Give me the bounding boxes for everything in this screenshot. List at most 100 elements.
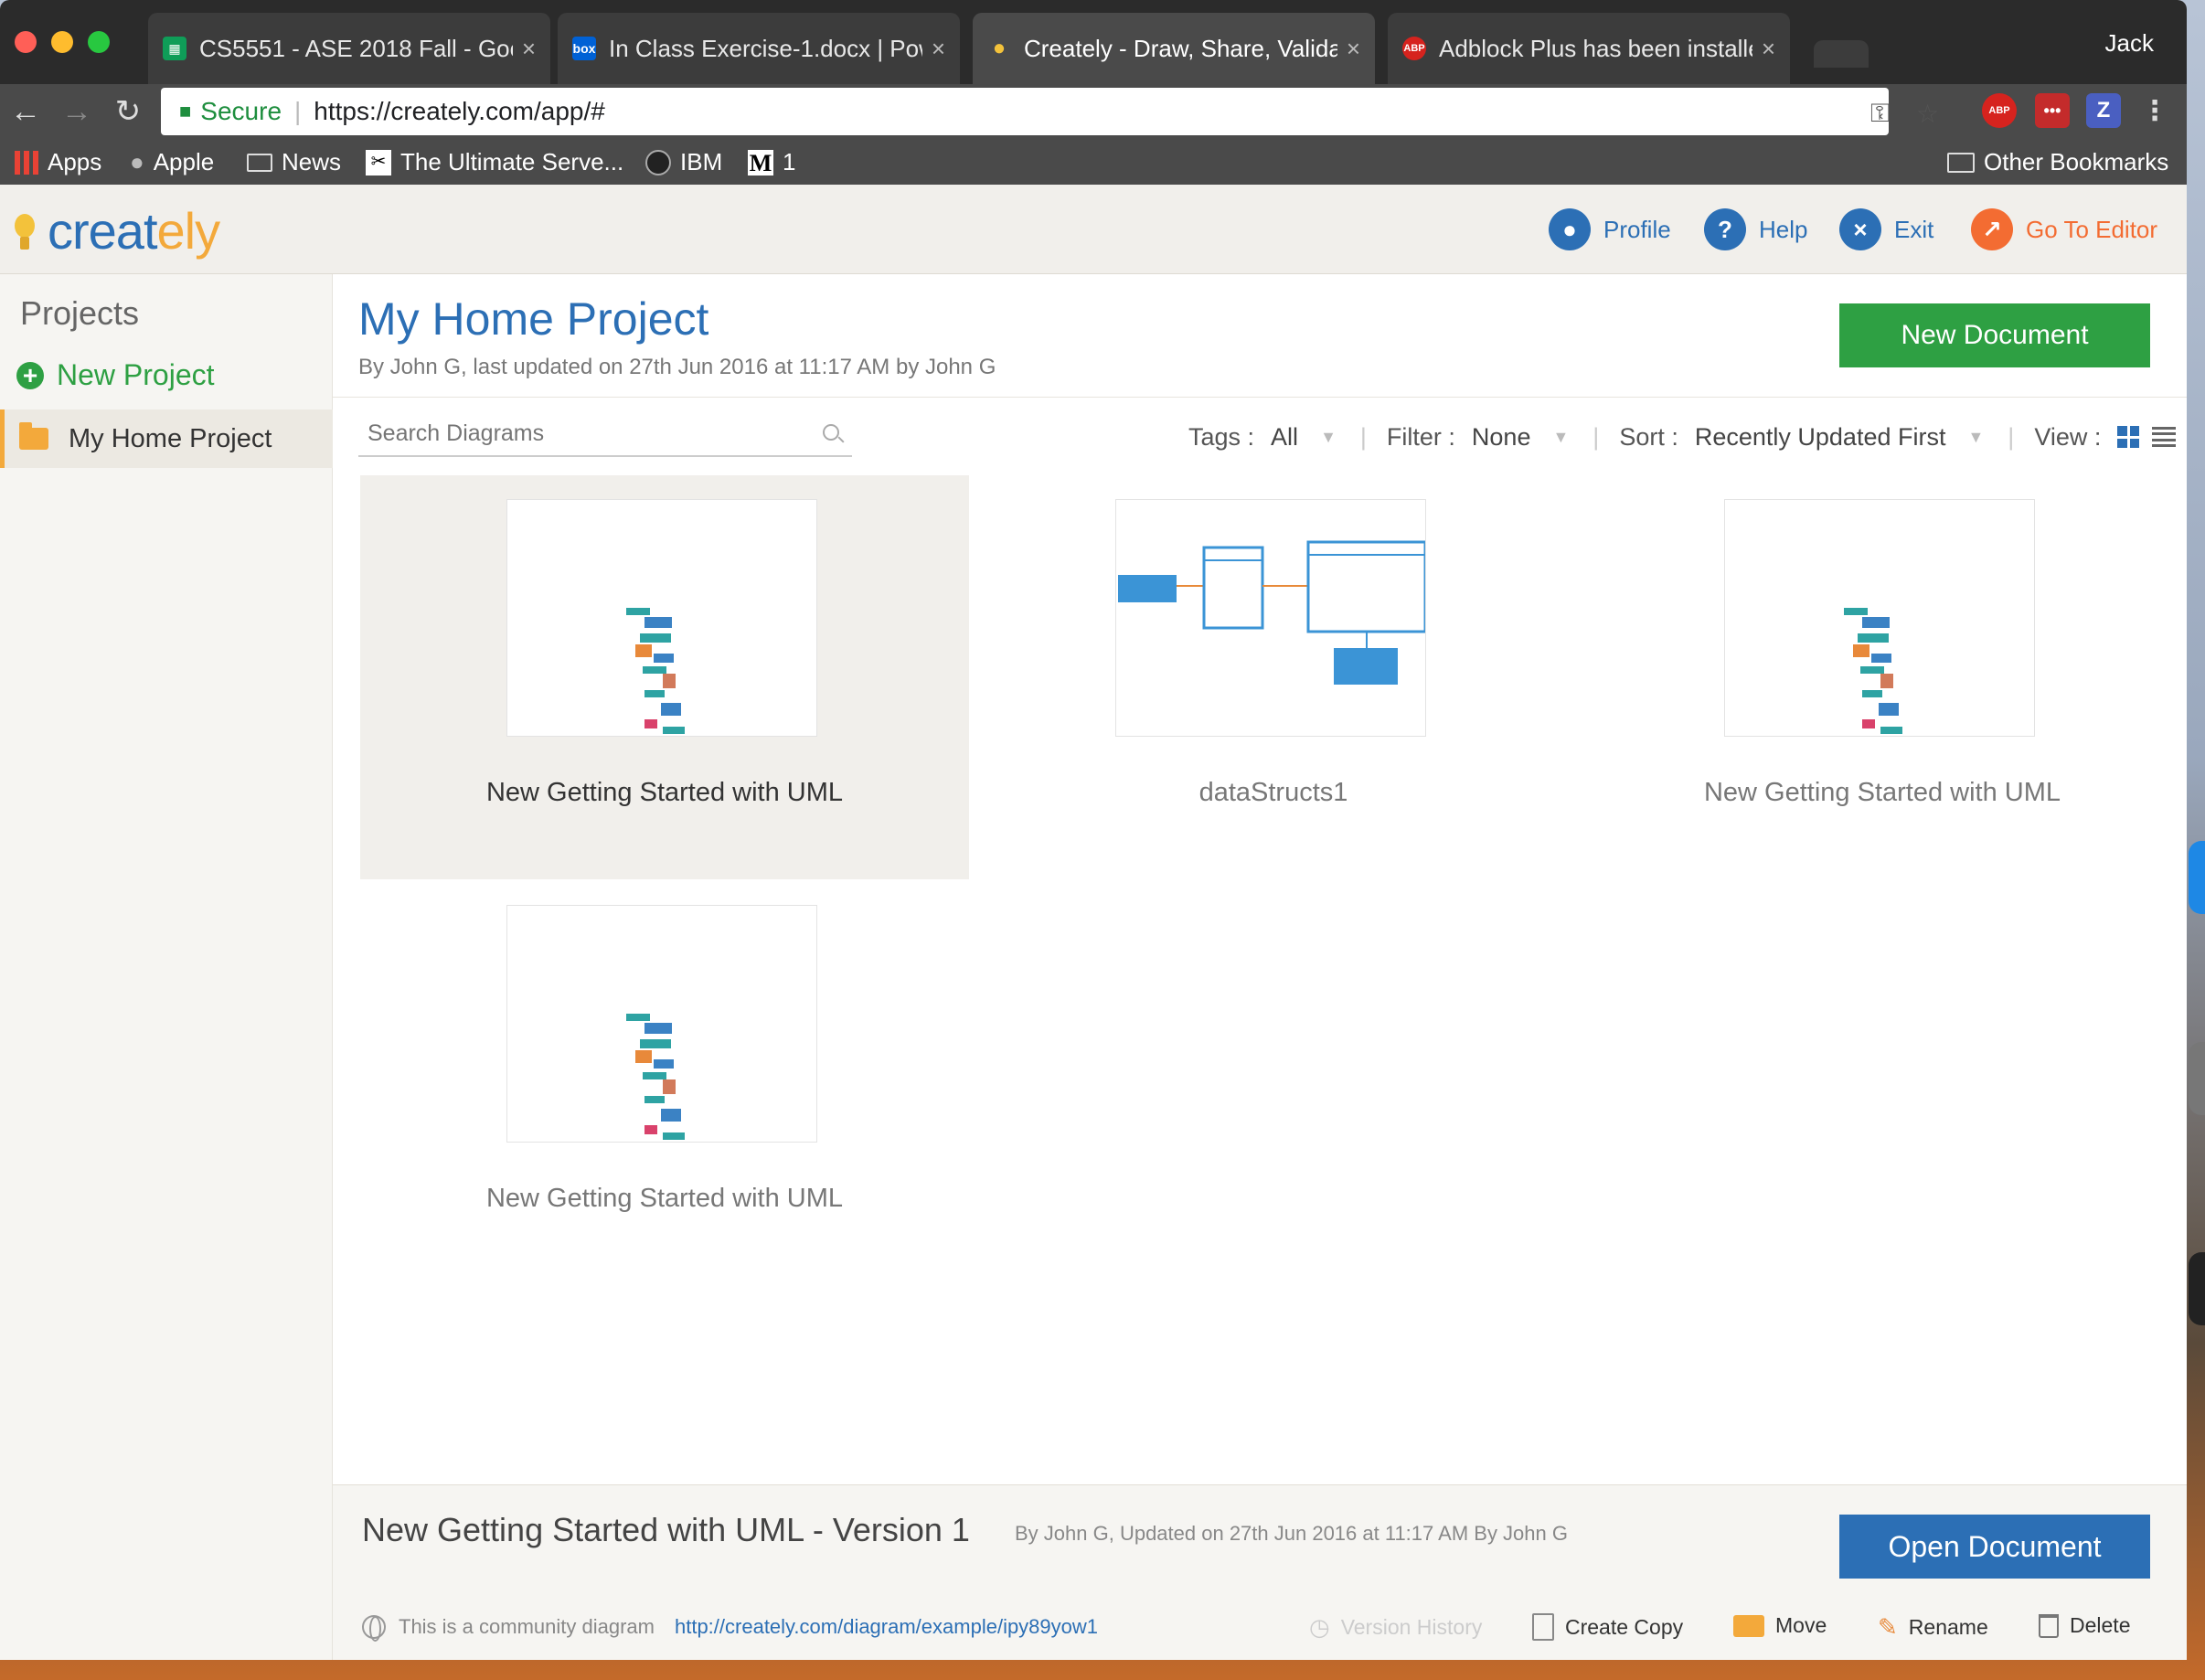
bookmark-news[interactable]: News — [247, 148, 341, 176]
profile-label: Profile — [1603, 215, 1671, 243]
bookmark-label: The Ultimate Serve... — [400, 148, 624, 175]
go-to-editor-button[interactable]: ↗ Go To Editor — [1971, 208, 2157, 250]
adblock-extension-icon[interactable]: ABP — [1982, 93, 2017, 128]
chevron-down-icon[interactable]: ▼ — [1552, 428, 1569, 447]
document-card[interactable]: New Getting Started with UML — [1578, 475, 2187, 879]
maximize-window-button[interactable] — [88, 31, 110, 53]
dock-app-icon[interactable] — [2189, 1252, 2205, 1325]
close-icon[interactable]: × — [932, 35, 945, 63]
pencil-icon: ✎ — [1878, 1613, 1898, 1641]
sort-dropdown[interactable]: Recently Updated First — [1695, 423, 1946, 452]
medium-icon: M — [748, 149, 773, 176]
profile-button[interactable]: ● Profile — [1549, 208, 1671, 250]
delete-button[interactable]: Delete — [2039, 1613, 2130, 1638]
grid-view-icon[interactable] — [2117, 426, 2140, 448]
document-name: dataStructs1 — [1198, 778, 1348, 807]
close-window-button[interactable] — [15, 31, 37, 53]
document-card[interactable]: New Getting Started with UML — [360, 881, 969, 1285]
rename-button[interactable]: ✎ Rename — [1878, 1613, 1988, 1642]
tags-label: Tags : — [1188, 422, 1255, 451]
logo-text-main: creat — [48, 202, 157, 260]
move-button[interactable]: Move — [1733, 1613, 1827, 1638]
bookmark-label: IBM — [680, 148, 723, 175]
create-copy-button[interactable]: Create Copy — [1532, 1613, 1683, 1641]
new-project-button[interactable]: + New Project — [16, 358, 215, 392]
divider: | — [2008, 422, 2015, 451]
filter-dropdown[interactable]: None — [1472, 423, 1531, 452]
url-text[interactable]: https://creately.com/app/# — [314, 97, 605, 126]
scissors-icon: ✂ — [366, 149, 391, 175]
new-tab-button[interactable] — [1814, 40, 1869, 68]
version-history-button[interactable]: ◷ Version History — [1309, 1613, 1482, 1642]
tab-title: CS5551 - ASE 2018 Fall - Goog — [199, 34, 513, 62]
folder-move-icon — [1733, 1614, 1764, 1637]
dock-app-icon[interactable] — [2189, 841, 2205, 914]
back-icon[interactable]: ← — [5, 91, 46, 132]
browser-tab-active[interactable]: ● Creately - Draw, Share, Validat × — [973, 13, 1375, 84]
list-view-icon[interactable] — [2152, 427, 2177, 447]
help-button[interactable]: ? Help — [1704, 208, 1807, 250]
minimize-window-button[interactable] — [51, 31, 73, 53]
copy-icon — [1532, 1613, 1554, 1641]
bookmark-ultimate-server[interactable]: ✂ The Ultimate Serve... — [366, 148, 623, 176]
community-text: This is a community diagram — [399, 1615, 655, 1638]
trash-icon — [2039, 1613, 2059, 1638]
profile-user-name[interactable]: Jack — [2105, 29, 2154, 58]
selected-document-title: New Getting Started with UML - Version 1 — [362, 1511, 970, 1548]
lock-icon: ■ — [179, 100, 192, 122]
bookmark-label: Apple — [153, 148, 215, 175]
logo-text: creately — [48, 201, 221, 261]
logo-text-accent: ely — [156, 202, 221, 260]
creately-logo[interactable]: creately — [13, 201, 221, 261]
open-document-button[interactable]: Open Document — [1839, 1515, 2150, 1579]
help-label: Help — [1759, 215, 1808, 243]
community-link[interactable]: http://creately.com/diagram/example/ipy8… — [675, 1615, 1098, 1639]
document-name: New Getting Started with UML — [1703, 778, 2061, 807]
sidebar-title: Projects — [20, 294, 140, 332]
browser-tab[interactable]: box In Class Exercise-1.docx | Pow × — [558, 13, 960, 84]
star-icon[interactable]: ☆ — [1916, 99, 1939, 129]
new-document-button[interactable]: New Document — [1839, 303, 2150, 367]
tags-dropdown[interactable]: All — [1271, 423, 1298, 452]
browser-window: ▦ CS5551 - ASE 2018 Fall - Goog × box In… — [0, 0, 2187, 1660]
close-icon[interactable]: × — [1762, 35, 1775, 63]
document-card[interactable]: New Getting Started with UML — [360, 475, 969, 879]
chevron-down-icon[interactable]: ▼ — [1967, 428, 1984, 447]
search-input[interactable] — [358, 420, 797, 447]
page-title: My Home Project — [358, 293, 709, 345]
bookmark-apps[interactable]: Apps — [15, 148, 101, 176]
bookmark-medium[interactable]: M 1 — [748, 148, 795, 176]
folder-icon — [1947, 152, 1975, 173]
other-bookmarks[interactable]: Other Bookmarks — [1947, 148, 2168, 176]
sidebar-item-my-home-project[interactable]: My Home Project — [0, 409, 333, 468]
browser-tab[interactable]: ABP Adblock Plus has been installe × — [1388, 13, 1790, 84]
project-label: My Home Project — [69, 423, 272, 453]
plus-icon: + — [16, 361, 44, 389]
bookmark-label: Apps — [48, 148, 102, 175]
bookmark-ibm[interactable]: IBM — [645, 148, 722, 176]
document-name: New Getting Started with UML — [485, 778, 844, 807]
bookmark-apple[interactable]: ● Apple — [130, 148, 214, 176]
close-icon[interactable]: × — [522, 35, 536, 63]
chevron-down-icon[interactable]: ▼ — [1320, 428, 1337, 447]
projects-sidebar: Projects + New Project My Home Project — [0, 274, 333, 1660]
address-bar[interactable]: ■ Secure | https://creately.com/app/# ⚿ … — [161, 88, 1939, 135]
document-card[interactable]: dataStructs1 — [969, 475, 1578, 879]
search-icon[interactable] — [823, 424, 839, 441]
reload-icon[interactable]: ↻ — [108, 91, 148, 132]
key-icon[interactable]: ⚿ — [1870, 99, 1890, 129]
forward-icon[interactable]: → — [57, 91, 97, 132]
browser-tab[interactable]: ▦ CS5551 - ASE 2018 Fall - Goog × — [148, 13, 550, 84]
menu-icon[interactable]: ⋮ — [2137, 93, 2172, 128]
tab-title: Creately - Draw, Share, Validat — [1024, 34, 1337, 62]
search-box — [358, 411, 852, 457]
lastpass-extension-icon[interactable]: ••• — [2035, 93, 2070, 128]
document-thumbnail — [1115, 499, 1426, 737]
zotero-extension-icon[interactable]: Z — [2086, 93, 2121, 128]
close-icon[interactable]: × — [1347, 35, 1360, 63]
exit-button[interactable]: × Exit — [1839, 208, 1933, 250]
bulb-icon: ● — [992, 36, 1007, 60]
dock-app-icon[interactable] — [2189, 1042, 2205, 1115]
folder-icon — [19, 422, 48, 450]
globe-icon — [362, 1615, 386, 1642]
